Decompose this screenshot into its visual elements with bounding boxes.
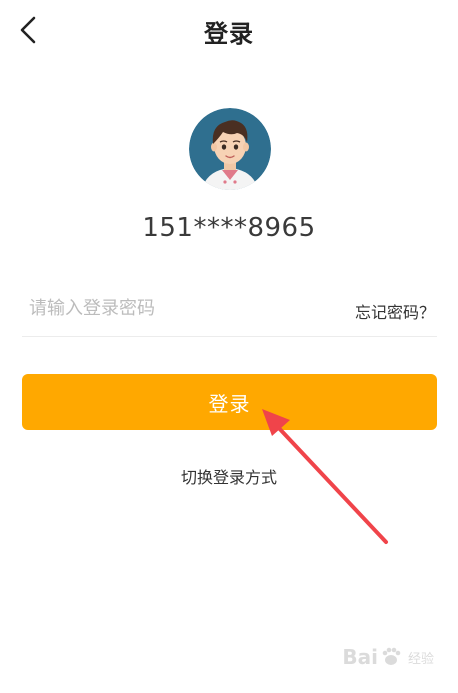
login-button[interactable]: 登录 bbox=[22, 374, 437, 430]
nav-bar: 登录 bbox=[0, 0, 458, 60]
switch-login-method-link[interactable]: 切换登录方式 bbox=[0, 464, 458, 488]
login-page: 登录 151****8965 忘记密码？ 登录 切换登录方式 Bai 经验 bbox=[0, 0, 458, 693]
watermark: Bai 经验 bbox=[342, 645, 434, 669]
watermark-brand-right: 经验 bbox=[407, 651, 434, 667]
phone-number: 151****8965 bbox=[142, 213, 316, 243]
page-title: 登录 bbox=[204, 20, 254, 48]
forgot-password-link[interactable]: 忘记密码？ bbox=[355, 299, 435, 323]
password-row: 忘记密码？ bbox=[22, 282, 437, 337]
watermark-brand-left: Bai bbox=[342, 645, 378, 669]
user-avatar-icon bbox=[189, 108, 271, 190]
avatar bbox=[189, 108, 271, 190]
password-input[interactable] bbox=[22, 292, 322, 324]
annotation-arrow-icon bbox=[262, 409, 388, 544]
paw-icon bbox=[382, 647, 401, 665]
